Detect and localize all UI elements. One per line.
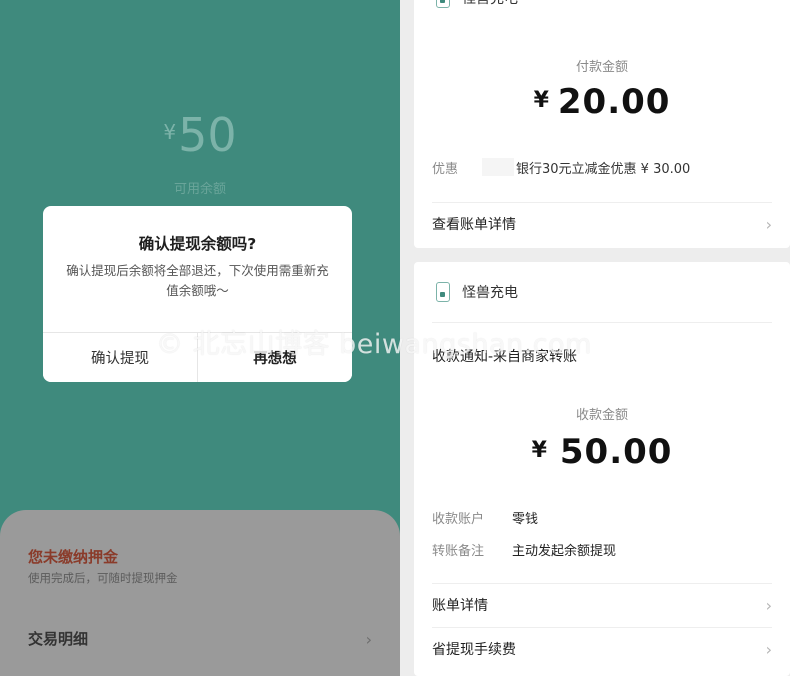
receiving-account-label: 收款账户 [432, 512, 485, 527]
chevron-right-icon: › [765, 639, 772, 659]
receipt-card: 怪兽充电 收款通知-来自商家转账 收款金额 ¥50.00 收款账户 零钱 转账备… [414, 262, 790, 676]
balance-currency: ¥ [163, 120, 177, 144]
discount-text: 银行30元立减金优惠 ¥ 30.00 [516, 162, 691, 177]
chevron-right-icon: › [765, 595, 772, 615]
balance-amount: ¥50 [0, 108, 400, 162]
discount-label: 优惠 [432, 162, 459, 177]
view-bill-details-row[interactable]: 查看账单详情 › [432, 202, 772, 246]
transfer-remark-label: 转账备注 [432, 544, 485, 559]
payment-merchant-header: 怪兽充电 [436, 0, 518, 8]
merchant-name: 怪兽充电 [462, 0, 518, 8]
deposit-status-subtitle: 使用完成后，可随时提现押金 [28, 571, 178, 585]
save-withdraw-fee-row[interactable]: 省提现手续费 › [432, 627, 772, 671]
payment-currency: ¥ [533, 88, 550, 113]
transaction-details-row[interactable]: 交易明细 › [28, 628, 372, 658]
deposit-status-title: 您未缴纳押金 [28, 548, 119, 566]
chevron-right-icon: › [765, 214, 772, 234]
balance-label: 可用余额 [173, 182, 226, 197]
bottom-sheet: 您未缴纳押金 使用完成后，可随时提现押金 交易明细 › [0, 510, 400, 676]
transfer-remark-row: 转账备注 主动发起余额提现 [432, 540, 616, 559]
chevron-right-icon: › [365, 630, 372, 649]
redacted-bank-name [482, 158, 514, 176]
receipt-amount: ¥50.00 [414, 432, 790, 472]
merchant-logo-icon [436, 282, 450, 302]
transaction-details-label: 交易明细 [28, 630, 89, 648]
dialog-title: 确认提现余额吗? [138, 235, 257, 253]
wallet-screen: ¥50 可用余额 您未缴纳押金 使用完成后，可随时提现押金 交易明细 › 确认提… [0, 0, 400, 676]
save-withdraw-fee-label: 省提现手续费 [432, 642, 516, 658]
bill-details-label: 账单详情 [432, 598, 488, 614]
view-bill-details-label: 查看账单详情 [432, 217, 516, 233]
payment-amount: ¥20.00 [414, 82, 790, 122]
discount-row: 优惠 银行30元立减金优惠 ¥ 30.00 [432, 158, 690, 177]
receipt-currency: ¥ [531, 438, 548, 463]
payment-amount-label: 付款金额 [575, 60, 628, 75]
reconsider-button[interactable]: 再想想 [197, 333, 352, 382]
payment-card: 怪兽充电 付款金额 ¥20.00 优惠 银行30元立减金优惠 ¥ 30.00 查… [414, 0, 790, 248]
confirm-withdraw-button[interactable]: 确认提现 [43, 333, 197, 382]
receiving-account-row: 收款账户 零钱 [432, 508, 538, 527]
receipt-amount-label: 收款金额 [575, 408, 628, 423]
bill-details-row[interactable]: 账单详情 › [432, 583, 772, 627]
dialog-button-bar: 确认提现 再想想 [43, 332, 352, 382]
receiving-account-value: 零钱 [512, 512, 539, 527]
receipt-notice-title: 收款通知-来自商家转账 [432, 349, 578, 365]
receipt-amount-value: 50.00 [559, 432, 673, 472]
wechat-notifications: 怪兽充电 付款金额 ¥20.00 优惠 银行30元立减金优惠 ¥ 30.00 查… [400, 0, 790, 676]
payment-amount-value: 20.00 [557, 82, 671, 122]
merchant-name: 怪兽充电 [462, 285, 518, 301]
receipt-merchant-header: 怪兽充电 [436, 282, 518, 302]
balance-value: 50 [178, 108, 237, 162]
dialog-message: 确认提现后余额将全部退还，下次使用需重新充值余额哦～ [66, 263, 329, 298]
divider [432, 322, 772, 323]
merchant-logo-icon [436, 0, 450, 8]
transfer-remark-value: 主动发起余额提现 [512, 544, 617, 559]
withdraw-confirm-dialog: 确认提现余额吗? 确认提现后余额将全部退还，下次使用需重新充值余额哦～ 确认提现… [43, 206, 352, 382]
